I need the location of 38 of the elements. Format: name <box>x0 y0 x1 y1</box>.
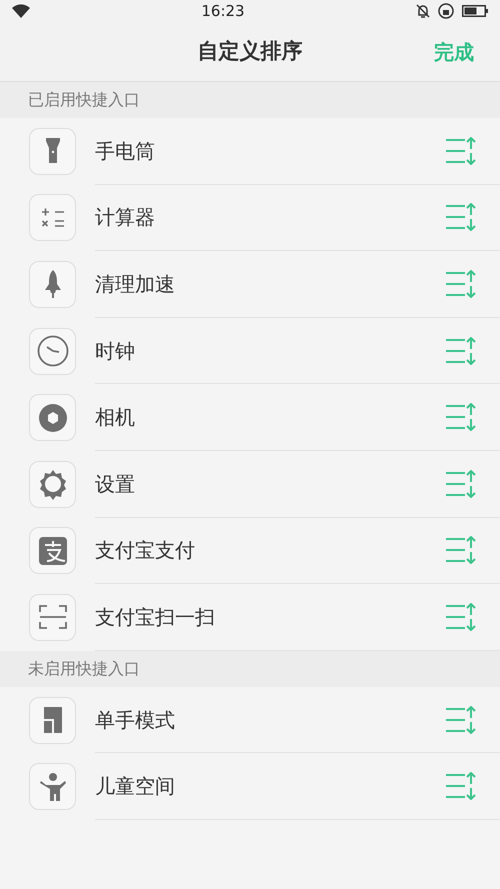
reorder-icon[interactable] <box>446 772 476 800</box>
calculator-icon <box>40 206 64 229</box>
shortcut-label: 相机 <box>95 404 135 432</box>
shortcut-label: 手电筒 <box>95 138 155 165</box>
child-icon <box>40 772 66 801</box>
reorder-icon[interactable] <box>446 203 476 232</box>
reorder-icon[interactable] <box>446 403 476 432</box>
reorder-icon[interactable] <box>446 706 476 734</box>
reorder-icon[interactable] <box>446 470 476 498</box>
reorder-icon[interactable] <box>446 336 476 365</box>
shortcut-label: 计算器 <box>95 204 155 232</box>
rocket-icon <box>44 270 62 298</box>
page-title: 自定义排序 <box>198 38 302 65</box>
shortcut-label: 清理加速 <box>95 270 175 298</box>
reorder-icon[interactable] <box>446 602 476 631</box>
reorder-icon[interactable] <box>446 270 476 298</box>
done-button[interactable]: 完成 <box>434 36 474 66</box>
reorder-icon[interactable] <box>446 136 476 165</box>
shortcut-label: 支付宝扫一扫 <box>95 604 215 631</box>
mute-bell-icon <box>416 4 430 18</box>
shortcut-label: 支付宝支付 <box>95 537 195 564</box>
camera-icon <box>38 402 68 433</box>
section-header: 未启用快捷入口 <box>28 658 140 680</box>
scan-icon <box>38 604 66 630</box>
status-time: 16:23 <box>201 0 245 22</box>
battery-icon <box>462 5 488 17</box>
one-hand-icon <box>44 707 62 734</box>
section-header: 已启用快捷入口 <box>28 89 140 111</box>
shortcut-label: 单手模式 <box>95 706 175 734</box>
flashlight-icon <box>44 138 60 164</box>
shortcut-label: 时钟 <box>95 338 135 365</box>
shortcut-label: 儿童空间 <box>95 773 175 800</box>
wifi-icon <box>12 4 30 18</box>
clock-icon <box>36 335 68 368</box>
shortcut-label: 设置 <box>95 470 135 498</box>
pay-icon <box>38 536 66 565</box>
reorder-icon[interactable] <box>446 536 476 564</box>
rotation-lock-icon <box>438 3 454 19</box>
